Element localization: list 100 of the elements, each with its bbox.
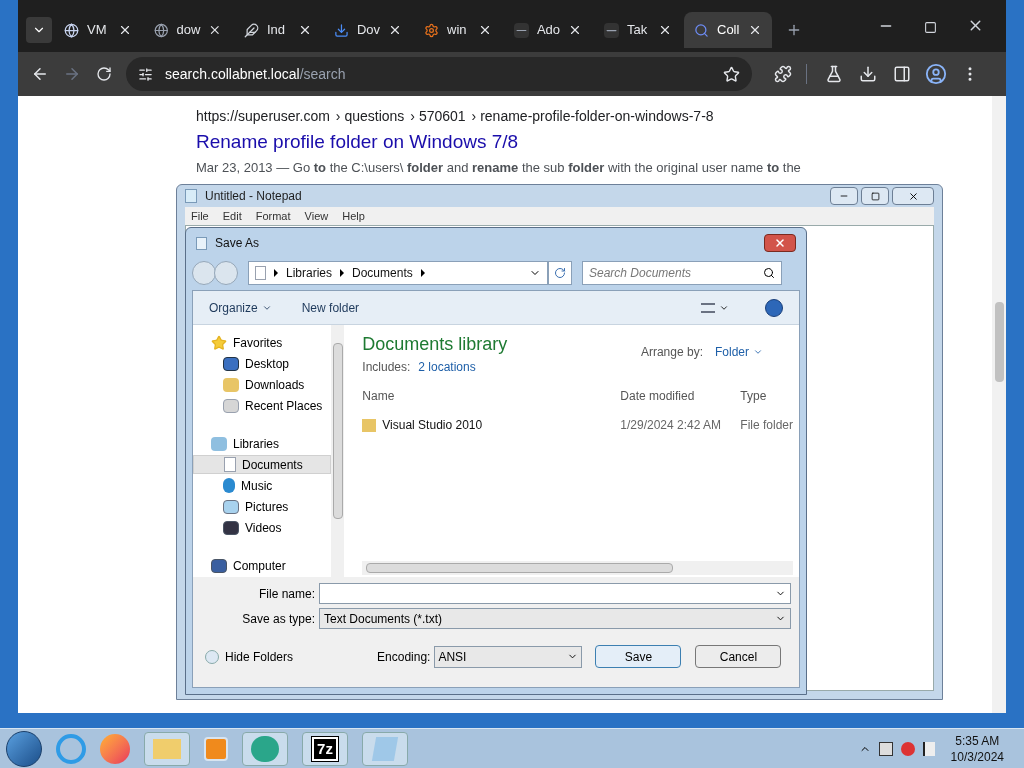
maximize-icon bbox=[870, 191, 880, 201]
help-icon[interactable] bbox=[765, 298, 783, 317]
globe-icon bbox=[64, 22, 79, 38]
column-header[interactable]: Date modified bbox=[620, 386, 741, 405]
address-bar[interactable]: search.collabnet.local/search bbox=[126, 57, 752, 91]
download-icon bbox=[334, 22, 349, 38]
column-header[interactable]: Name bbox=[362, 386, 621, 405]
tab-title: Ado bbox=[536, 21, 561, 40]
result-title-link[interactable]: Rename profile folder on Windows 7/8 bbox=[196, 128, 992, 157]
close-icon[interactable] bbox=[208, 23, 222, 37]
nav-item[interactable]: Videos bbox=[193, 518, 331, 537]
clock-time: 5:35 AM bbox=[955, 732, 1000, 749]
refresh-button[interactable] bbox=[548, 261, 572, 285]
encoding-label: Encoding: bbox=[377, 648, 431, 666]
extensions-icon[interactable] bbox=[774, 65, 792, 83]
nav-item[interactable]: Recent Places bbox=[193, 396, 331, 415]
file-name-label: File name: bbox=[257, 585, 315, 603]
breadcrumb-item[interactable]: Documents bbox=[352, 264, 413, 282]
menu-item[interactable]: View bbox=[304, 207, 329, 225]
dialog-title: Save As bbox=[215, 235, 260, 252]
tab-title: win bbox=[447, 21, 467, 40]
browser-tab[interactable]: win bbox=[414, 12, 502, 48]
close-button[interactable] bbox=[892, 187, 934, 205]
menu-item[interactable]: Help bbox=[342, 207, 365, 225]
notepad-icon bbox=[196, 236, 207, 250]
site-settings-icon[interactable] bbox=[138, 66, 153, 82]
reload-icon[interactable] bbox=[96, 66, 112, 82]
menu-item[interactable]: File bbox=[191, 207, 209, 225]
breadcrumb-text: › rename-profile-folder-on-windows-7-8 bbox=[471, 107, 714, 126]
globe-icon bbox=[154, 22, 169, 38]
dash-icon bbox=[604, 22, 619, 38]
browser-tab[interactable]: Ind bbox=[234, 12, 322, 48]
arrange-dropdown[interactable]: Folder bbox=[715, 343, 763, 361]
file-name[interactable]: Visual Studio 2010 bbox=[382, 416, 483, 434]
nav-item[interactable]: Libraries bbox=[193, 434, 331, 453]
minimize-button[interactable] bbox=[830, 187, 858, 205]
nav-item[interactable]: Desktop bbox=[193, 354, 331, 373]
side-panel-icon[interactable] bbox=[893, 65, 911, 83]
tab-list-button[interactable] bbox=[26, 17, 52, 43]
maximize-icon[interactable] bbox=[924, 21, 937, 34]
maximize-button[interactable] bbox=[861, 187, 889, 205]
recent-places-icon bbox=[223, 398, 239, 413]
save-type-label: Save as type: bbox=[241, 610, 315, 628]
new-folder-button[interactable]: New folder bbox=[301, 298, 360, 317]
organize-button[interactable]: Organize bbox=[209, 298, 272, 317]
breadcrumb-text: › 570601 bbox=[410, 107, 466, 126]
nav-item[interactable]: Computer bbox=[193, 556, 331, 575]
save-type-dropdown[interactable]: Text Documents (*.txt) bbox=[319, 608, 791, 629]
column-header[interactable]: Type bbox=[740, 386, 767, 405]
back-icon[interactable] bbox=[31, 65, 49, 83]
browser-tab[interactable]: VM bbox=[54, 12, 142, 48]
hide-folders-button[interactable]: Hide Folders bbox=[201, 647, 294, 666]
browser-tab[interactable]: dow bbox=[144, 12, 232, 48]
nav-item[interactable]: Pictures bbox=[193, 497, 331, 516]
encoding-dropdown[interactable]: ANSI bbox=[434, 645, 583, 668]
browser-tab[interactable]: Coll bbox=[684, 12, 772, 48]
locations-link[interactable]: 2 locations bbox=[418, 358, 476, 376]
network-icon[interactable] bbox=[878, 741, 893, 756]
film-icon bbox=[223, 520, 239, 535]
close-icon[interactable] bbox=[748, 23, 762, 37]
breadcrumb-item[interactable]: Libraries bbox=[286, 264, 333, 282]
breadcrumb-text: https://superuser.com bbox=[196, 107, 330, 126]
window-title: Untitled - Notepad bbox=[205, 188, 302, 205]
download-icon[interactable] bbox=[859, 65, 877, 83]
close-icon[interactable] bbox=[658, 23, 672, 37]
close-icon[interactable] bbox=[388, 23, 402, 37]
nav-item[interactable]: Favorites bbox=[193, 333, 331, 352]
tab-title: dow bbox=[176, 21, 201, 40]
speaker-muted-icon[interactable] bbox=[900, 741, 915, 756]
browser-tab[interactable]: Tak bbox=[594, 12, 682, 48]
close-icon[interactable] bbox=[568, 23, 582, 37]
address-bar[interactable]: Libraries Documents bbox=[248, 261, 548, 285]
close-icon[interactable] bbox=[298, 23, 312, 37]
archive-app-icon[interactable]: 7z bbox=[302, 731, 348, 766]
bookmark-icon[interactable] bbox=[723, 65, 740, 83]
browser-tab[interactable]: Ado bbox=[504, 12, 592, 48]
new-tab-icon[interactable] bbox=[786, 22, 802, 38]
close-icon[interactable] bbox=[118, 23, 132, 37]
browser-tab[interactable]: Dov bbox=[324, 12, 412, 48]
nav-item[interactable]: Music bbox=[193, 476, 331, 495]
menu-item[interactable]: Format bbox=[255, 207, 291, 225]
tab-title: Ind bbox=[267, 21, 286, 40]
start-button[interactable] bbox=[6, 730, 42, 767]
search-field[interactable]: Search Documents bbox=[582, 261, 782, 285]
cancel-button[interactable]: Cancel bbox=[695, 645, 782, 668]
url-text: search.collabnet.local/search bbox=[165, 64, 346, 84]
dash-icon bbox=[514, 22, 529, 38]
search-icon bbox=[763, 267, 775, 279]
flask-icon[interactable] bbox=[825, 65, 843, 83]
nav-item[interactable]: Downloads bbox=[193, 375, 331, 394]
flag-icon[interactable] bbox=[922, 741, 935, 756]
file-name-field[interactable] bbox=[319, 583, 791, 604]
library-title: Documents library bbox=[362, 333, 508, 356]
save-button[interactable]: Save bbox=[595, 645, 682, 668]
profile-icon[interactable] bbox=[925, 63, 947, 85]
nav-item[interactable]: Documents bbox=[193, 455, 331, 474]
close-button[interactable] bbox=[764, 234, 796, 252]
close-icon[interactable] bbox=[478, 23, 492, 37]
menu-item[interactable]: Edit bbox=[222, 207, 242, 225]
tab-title: Tak bbox=[627, 21, 648, 40]
